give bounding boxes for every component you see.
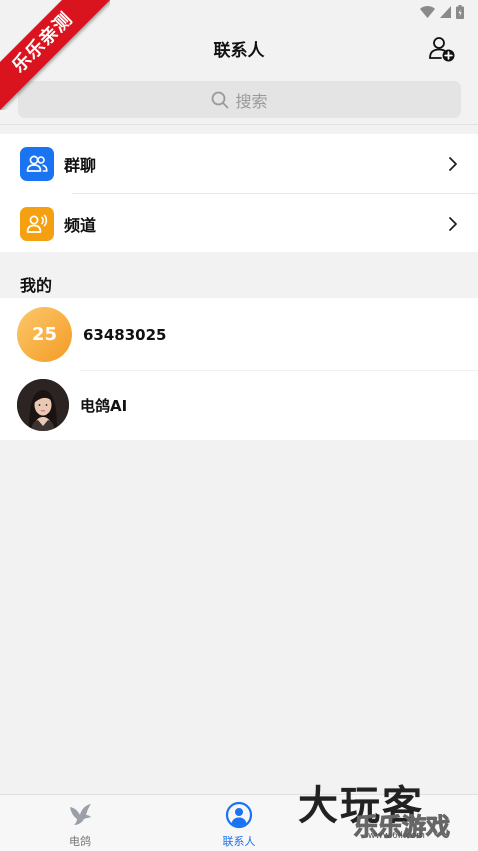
- search-icon: [212, 91, 229, 108]
- section-title: 我的: [20, 276, 53, 295]
- contact-name: 63483025: [83, 326, 167, 344]
- group-icon: [20, 146, 54, 181]
- add-contact-icon[interactable]: [428, 35, 456, 63]
- dove-icon: [70, 804, 91, 825]
- contact-list: 25 63483025 电鸽AI: [0, 298, 478, 440]
- avatar: [17, 379, 69, 431]
- ribbon-text: 乐乐亲测: [0, 0, 110, 110]
- contact-item[interactable]: 电鸽AI: [0, 371, 478, 442]
- list-item-channel[interactable]: 频道: [0, 194, 478, 253]
- list-item-label: 群聊: [64, 155, 97, 175]
- tab-label: 联系人: [222, 835, 256, 848]
- header-divider: [0, 124, 478, 125]
- contact-name: 电鸽AI: [80, 397, 128, 415]
- watermark-ribbon: 乐乐亲测: [0, 0, 110, 110]
- watermark-url: www.6ll.com: [368, 831, 425, 841]
- chevron-right-icon: [449, 216, 457, 231]
- signal-icon: [440, 6, 451, 18]
- tab-label: 电鸽: [69, 835, 91, 848]
- chevron-right-icon: [449, 156, 457, 171]
- avatar: 25: [17, 307, 72, 362]
- channel-icon: [20, 206, 54, 241]
- search-placeholder: 搜索: [235, 91, 268, 111]
- wifi-icon: [420, 6, 435, 18]
- tab-contacts[interactable]: 联系人: [199, 795, 279, 851]
- battery-icon: [456, 5, 464, 19]
- group-list: 群聊 频道: [0, 134, 478, 252]
- watermark-logo: 大玩客 乐乐游戏 www.6ll.com: [298, 783, 458, 845]
- contact-item[interactable]: 25 63483025: [0, 298, 478, 371]
- tab-dove[interactable]: 电鸽: [40, 795, 120, 851]
- list-item-group-chat[interactable]: 群聊: [0, 134, 478, 194]
- contacts-icon: [225, 801, 253, 829]
- list-item-label: 频道: [64, 215, 97, 235]
